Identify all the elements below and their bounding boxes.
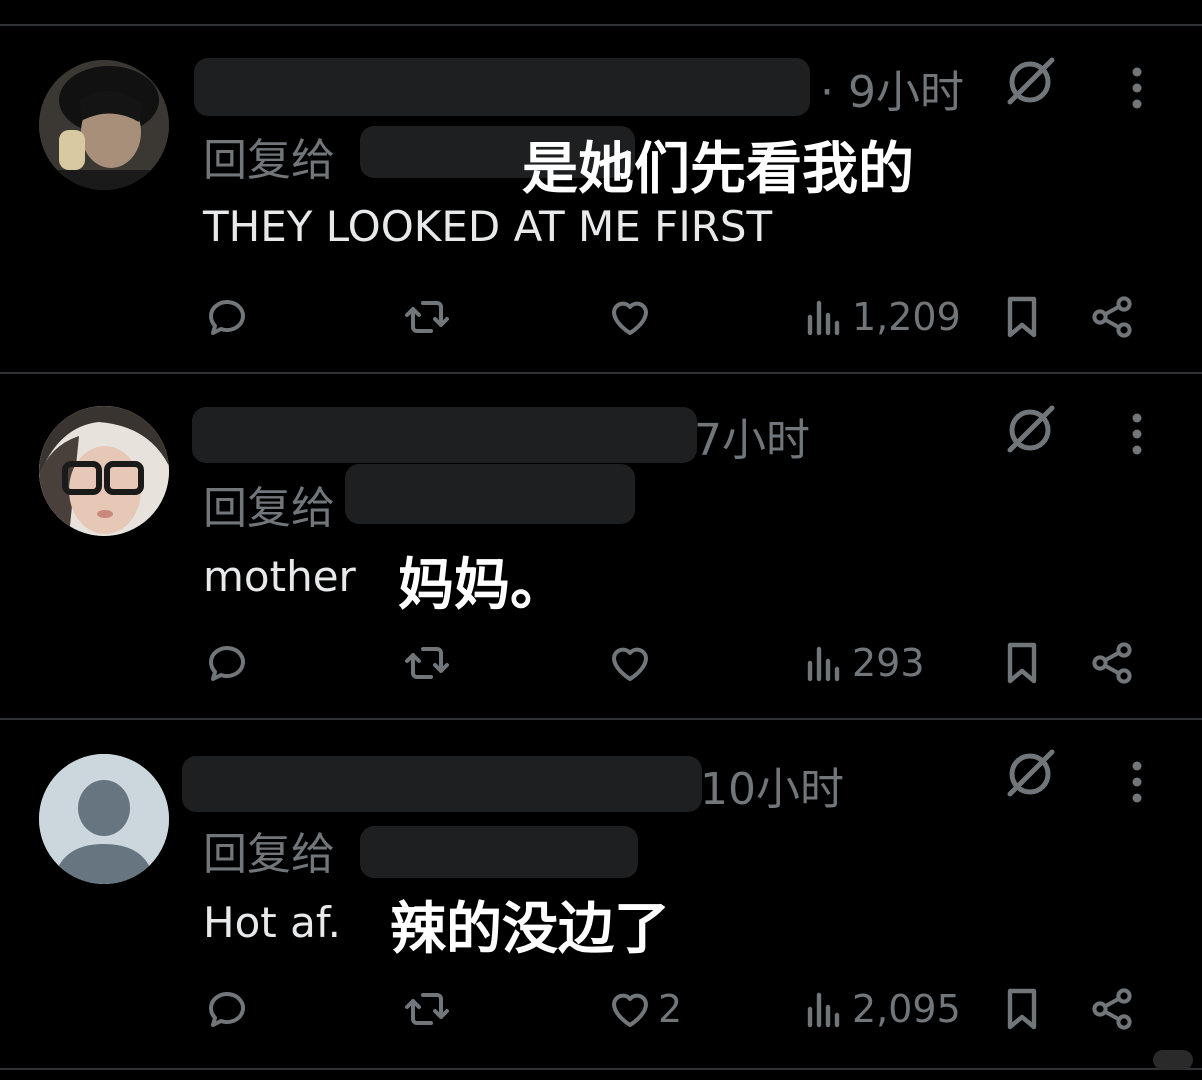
retweet-icon [405, 647, 449, 679]
views-button[interactable]: 1,209 [800, 292, 961, 342]
more-icon[interactable] [1117, 760, 1157, 804]
redacted-reply-handle [345, 464, 635, 524]
retweet-button[interactable] [403, 984, 451, 1034]
reply-icon [209, 992, 245, 1027]
share-icon [1092, 642, 1132, 684]
bookmark-button[interactable] [998, 292, 1046, 342]
avatar[interactable] [39, 60, 169, 190]
watermark-logo [1153, 1050, 1193, 1070]
reply-to-label: 回复给 [203, 483, 335, 534]
share-button[interactable] [1088, 638, 1136, 688]
retweet-icon [405, 993, 449, 1025]
reply-post[interactable]: 7小时 回复给 mother 妈妈。 293 [0, 374, 1202, 719]
bookmark-button[interactable] [998, 984, 1046, 1034]
more-icon[interactable] [1117, 412, 1157, 456]
bookmark-icon [1007, 988, 1037, 1030]
bookmark-icon [1007, 296, 1037, 338]
post-time: 7小时 [694, 415, 810, 466]
post-time: 10小时 [700, 764, 844, 815]
like-button[interactable] [606, 638, 658, 688]
reply-button[interactable] [203, 638, 251, 688]
views-icon [807, 646, 840, 682]
like-icon [612, 301, 648, 335]
more-icon[interactable] [1117, 66, 1157, 110]
reply-feed: · 9小时 回复给 是她们先看我的 THEY LOOKED AT ME FIRS… [0, 0, 1202, 1080]
translation-caption: 妈妈。 [398, 553, 566, 618]
translation-caption: 辣的没边了 [390, 897, 670, 962]
like-icon [612, 647, 648, 681]
avatar[interactable] [39, 406, 169, 536]
reply-to-label: 回复给 [203, 829, 335, 880]
reply-icon [209, 646, 245, 681]
post-text: THEY LOOKED AT ME FIRST [203, 202, 773, 251]
like-count: 2 [658, 987, 683, 1031]
view-count: 293 [852, 641, 925, 685]
share-icon [1092, 988, 1132, 1030]
share-button[interactable] [1088, 292, 1136, 342]
post-time: · 9小时 [820, 67, 964, 118]
bookmark-button[interactable] [998, 638, 1046, 688]
grok-icon[interactable] [1000, 400, 1060, 460]
retweet-button[interactable] [403, 292, 451, 342]
avatar[interactable] [39, 754, 169, 884]
translation-caption: 是她们先看我的 [522, 137, 914, 202]
post-text: mother [203, 552, 356, 601]
share-icon [1092, 296, 1132, 338]
reply-button[interactable] [203, 292, 251, 342]
views-icon [807, 992, 840, 1028]
view-count: 1,209 [852, 295, 961, 339]
reply-post[interactable]: · 9小时 回复给 是她们先看我的 THEY LOOKED AT ME FIRS… [0, 26, 1202, 371]
bookmark-icon [1007, 642, 1037, 684]
redacted-username [182, 756, 702, 812]
retweet-icon [405, 301, 449, 333]
reply-icon [209, 300, 245, 335]
reply-to-label: 回复给 [203, 135, 335, 186]
view-count: 2,095 [852, 987, 961, 1031]
redacted-reply-handle [360, 826, 638, 878]
like-button[interactable]: 2 [606, 984, 682, 1034]
divider [0, 1068, 1202, 1070]
redacted-username [192, 407, 697, 463]
grok-icon[interactable] [1000, 744, 1060, 804]
redacted-username [194, 58, 810, 116]
like-icon [612, 993, 648, 1027]
share-button[interactable] [1088, 984, 1136, 1034]
post-text: Hot af. [203, 898, 341, 947]
reply-button[interactable] [203, 984, 251, 1034]
like-button[interactable] [606, 292, 658, 342]
views-button[interactable]: 293 [800, 638, 925, 688]
retweet-button[interactable] [403, 638, 451, 688]
grok-icon[interactable] [1000, 52, 1060, 112]
views-button[interactable]: 2,095 [800, 984, 961, 1034]
reply-post[interactable]: 10小时 回复给 Hot af. 辣的没边了 2 2,095 [0, 720, 1202, 1065]
views-icon [807, 300, 840, 336]
